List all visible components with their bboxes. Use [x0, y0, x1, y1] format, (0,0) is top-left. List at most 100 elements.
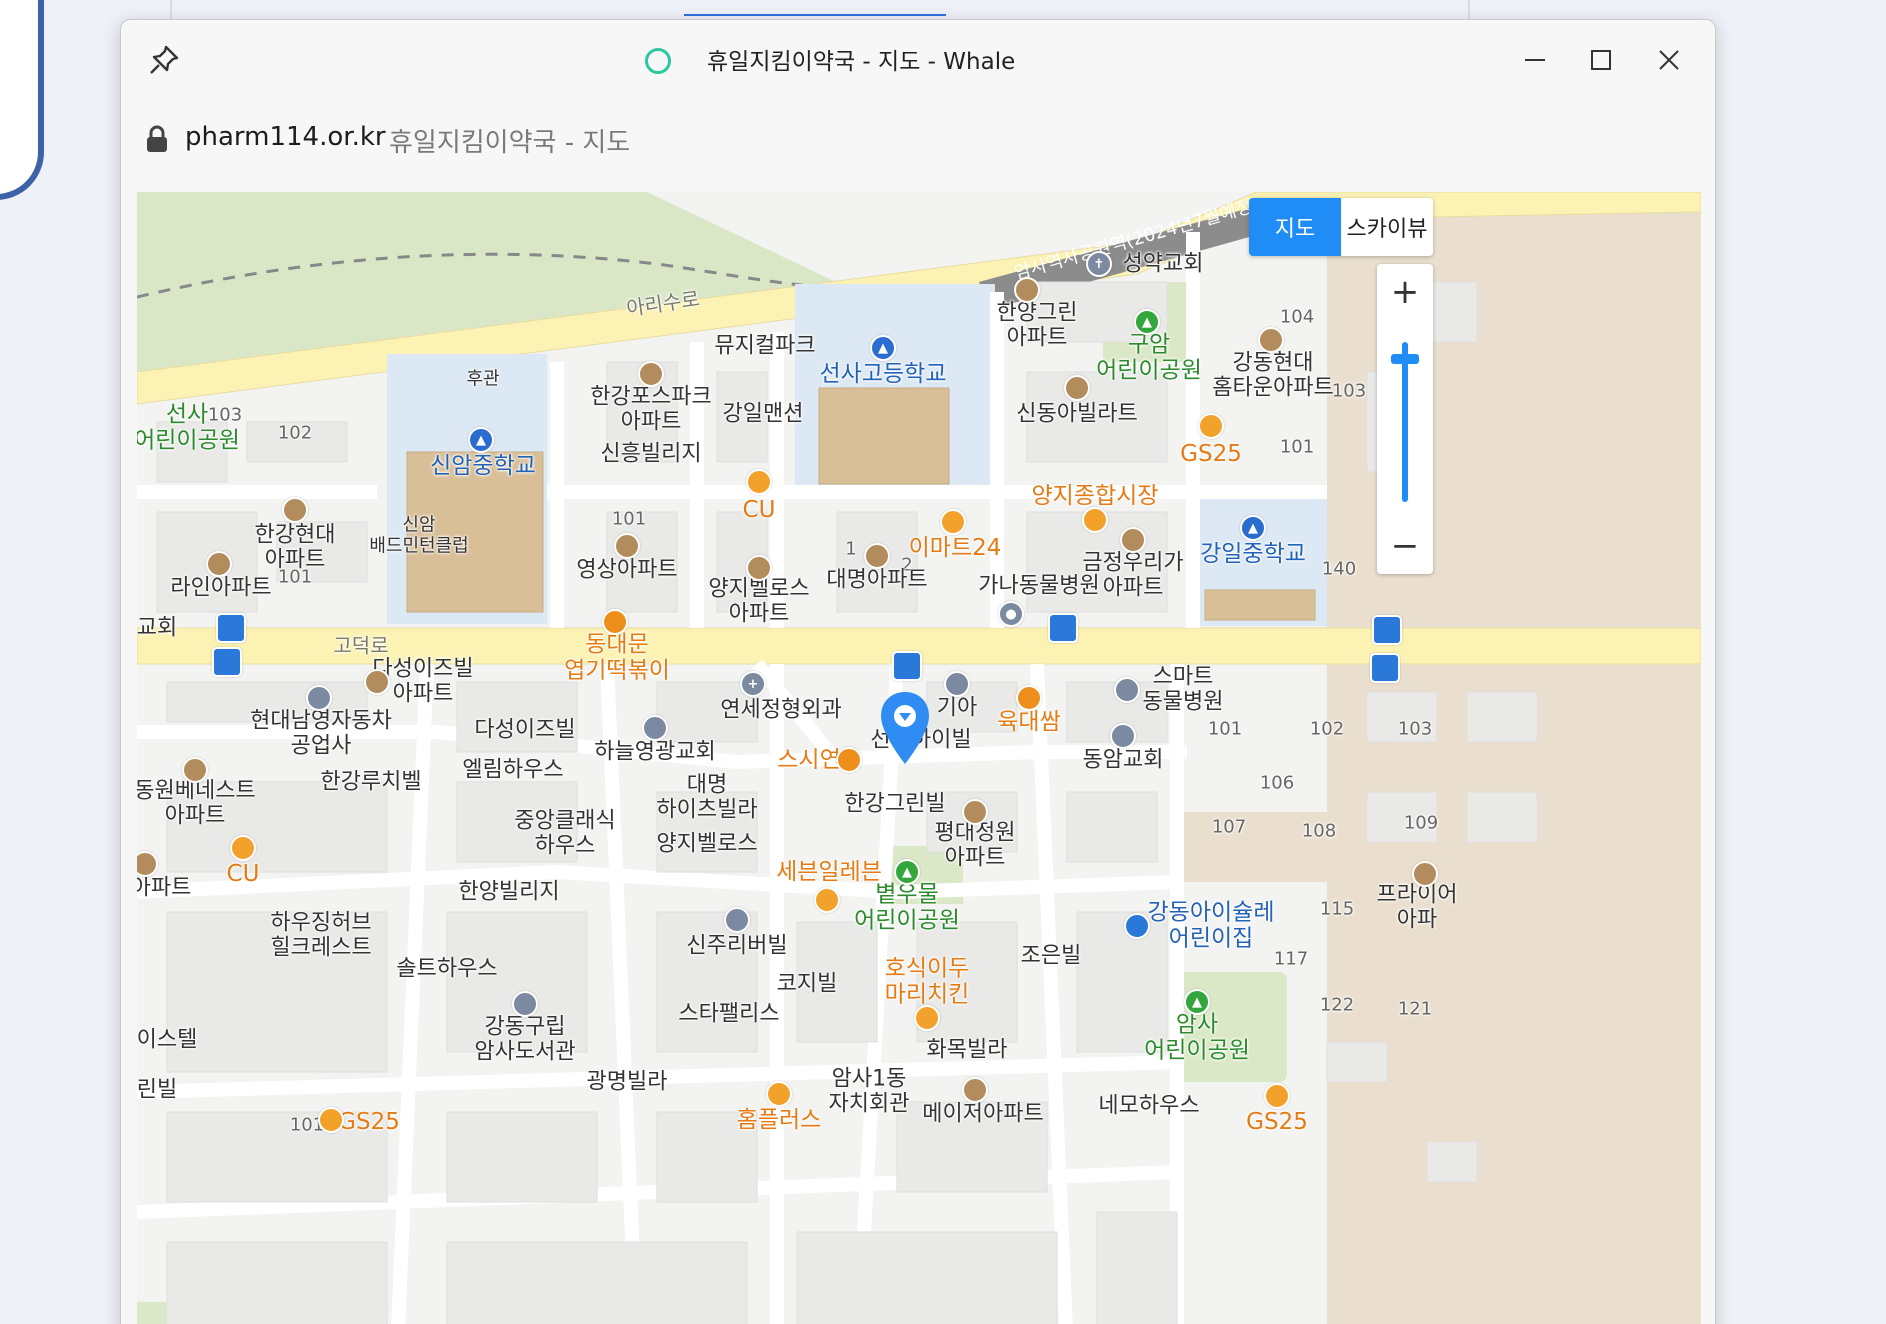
map-label[interactable]: 암사 어린이공원	[1144, 1012, 1250, 1065]
map-label[interactable]: CU	[227, 861, 260, 887]
map-label[interactable]: 양지벨로스	[656, 831, 757, 856]
map-label[interactable]: 영상아파트	[576, 557, 677, 582]
zoom-slider-track[interactable]	[1402, 342, 1408, 502]
church-icon[interactable]	[642, 715, 668, 741]
map-label[interactable]: 한강포스파크 아파트	[590, 385, 711, 436]
zoom-out-button[interactable]: −	[1377, 518, 1433, 574]
apartment-icon[interactable]	[864, 543, 890, 569]
map-label[interactable]: 한양빌리지	[458, 879, 559, 904]
bus-stop-icon[interactable]	[216, 613, 246, 643]
paw-icon[interactable]: ●	[998, 601, 1024, 627]
map-type-map-button[interactable]: 지도	[1249, 198, 1341, 256]
map-label[interactable]: 하우징허브 힐크레스트	[270, 911, 371, 962]
map-label[interactable]: 아파트	[137, 875, 191, 900]
map-view[interactable]: 아리수로 고덕로 암사역사공원역(2024년7월예정) 성약교회 한양그린 아파트…	[137, 192, 1701, 1324]
map-label[interactable]: 화목빌라	[927, 1037, 1008, 1062]
map-label[interactable]: 신암중학교	[430, 453, 536, 479]
hospital-icon[interactable]: +	[740, 671, 766, 697]
map-label[interactable]: 평대정원 아파트	[935, 821, 1016, 872]
apartment-icon[interactable]	[962, 799, 988, 825]
shopping-icon[interactable]	[766, 1081, 792, 1107]
restaurant-icon[interactable]	[836, 747, 862, 773]
library-icon[interactable]	[512, 991, 538, 1017]
apartment-icon[interactable]	[1064, 375, 1090, 401]
map-label[interactable]: GS25	[338, 1109, 400, 1135]
map-label[interactable]: 홈플러스	[737, 1107, 822, 1133]
tree-icon[interactable]: ▲	[1184, 989, 1210, 1015]
pin-icon[interactable]	[146, 42, 182, 78]
apartment-icon[interactable]	[364, 669, 390, 695]
map-label[interactable]: 양지종합시장	[1032, 483, 1159, 509]
convenience-store-icon[interactable]	[814, 887, 840, 913]
bus-stop-icon[interactable]	[1048, 613, 1078, 643]
apartment-icon[interactable]	[962, 1077, 988, 1103]
market-icon[interactable]	[1082, 507, 1108, 533]
map-label[interactable]: 하늘영광교회	[594, 739, 715, 764]
map-label[interactable]: 신흥빌리지	[600, 441, 701, 466]
map-label[interactable]: 한강그린빌	[844, 791, 945, 816]
school-icon[interactable]: ▲	[1240, 515, 1266, 541]
kindergarten-icon[interactable]	[1124, 913, 1150, 939]
restaurant-icon[interactable]	[914, 1005, 940, 1031]
map-label[interactable]: CU	[743, 497, 776, 523]
map-label[interactable]: 동대문 엽기떡볶이	[564, 632, 670, 685]
map-label[interactable]: 코지빌	[777, 971, 838, 996]
map-label[interactable]: 솔트하우스	[396, 956, 497, 981]
map-label[interactable]: 기아	[937, 695, 977, 720]
map-label[interactable]: 동암교회	[1083, 747, 1164, 772]
convenience-store-icon[interactable]	[1198, 413, 1224, 439]
convenience-store-icon[interactable]	[230, 835, 256, 861]
map-label[interactable]: GS25	[1180, 441, 1242, 467]
tree-icon[interactable]: ▲	[894, 859, 920, 885]
apartment-icon[interactable]	[1412, 861, 1438, 887]
map-label[interactable]: 이마트24	[909, 535, 1002, 561]
map-label[interactable]: 현대남영자동차 공업사	[250, 709, 392, 760]
map-label[interactable]: 한양그린 아파트	[997, 301, 1078, 352]
restaurant-icon[interactable]	[602, 609, 628, 635]
apartment-icon[interactable]	[1014, 277, 1040, 303]
map-type-toggle[interactable]: 지도 스카이뷰	[1249, 198, 1433, 256]
convenience-store-icon[interactable]	[318, 1107, 344, 1133]
map-label[interactable]: 성약교회	[1123, 251, 1204, 276]
church-icon[interactable]: ✝	[1086, 251, 1112, 277]
car-dealer-icon[interactable]	[944, 671, 970, 697]
apartment-icon[interactable]	[614, 533, 640, 559]
restaurant-icon[interactable]	[1016, 685, 1042, 711]
close-icon[interactable]	[1649, 40, 1689, 80]
bus-stop-icon[interactable]	[1372, 615, 1402, 645]
apartment-icon[interactable]	[282, 497, 308, 523]
map-label[interactable]: 동원베네스트 아파트	[137, 779, 256, 830]
zoom-in-button[interactable]: +	[1377, 264, 1433, 320]
map-label[interactable]: 호식이두 마리치킨	[885, 956, 970, 1009]
map-label[interactable]: 선사고등학교	[820, 361, 947, 387]
map-label[interactable]: 이스텔	[137, 1027, 197, 1052]
map-label[interactable]: 중앙클래식 하우스	[514, 809, 615, 860]
zoom-slider-handle[interactable]	[1391, 354, 1419, 364]
map-label[interactable]: 네모하우스	[1098, 1093, 1199, 1118]
map-label[interactable]: 메이저아파트	[922, 1101, 1043, 1126]
map-label[interactable]: 스시연	[777, 747, 840, 773]
map-label[interactable]: 가나동물병원	[978, 573, 1099, 598]
apartment-icon[interactable]	[1258, 327, 1284, 353]
tree-icon[interactable]: ▲	[1134, 309, 1160, 335]
map-label[interactable]: 스타팰리스	[678, 1001, 779, 1026]
bus-stop-icon[interactable]	[1370, 653, 1400, 683]
apartment-icon[interactable]	[1120, 527, 1146, 553]
map-label[interactable]: 뮤지컬파크	[714, 333, 815, 358]
bus-stop-icon[interactable]	[892, 651, 922, 681]
school-icon[interactable]: ▲	[468, 427, 494, 453]
minimize-icon[interactable]	[1515, 40, 1555, 80]
map-label[interactable]: 스마트 동물병원	[1143, 665, 1224, 716]
map-label[interactable]: 강일중학교	[1200, 541, 1306, 567]
repair-shop-icon[interactable]	[306, 685, 332, 711]
bus-stop-icon[interactable]	[212, 647, 242, 677]
map-label[interactable]: 강동구립 암사도서관	[474, 1015, 575, 1066]
apartment-icon[interactable]	[638, 361, 664, 387]
map-label[interactable]: 대명아파트	[826, 567, 927, 592]
church-icon[interactable]	[1110, 723, 1136, 749]
address-bar[interactable]: pharm114.or.kr 휴일지킴이약국 - 지도	[121, 100, 1715, 178]
apartment-icon[interactable]	[206, 551, 232, 577]
map-label[interactable]: 강일맨션	[723, 401, 804, 426]
map-label[interactable]: 암사1동 자치회관	[829, 1067, 910, 1118]
maximize-icon[interactable]	[1581, 40, 1621, 80]
